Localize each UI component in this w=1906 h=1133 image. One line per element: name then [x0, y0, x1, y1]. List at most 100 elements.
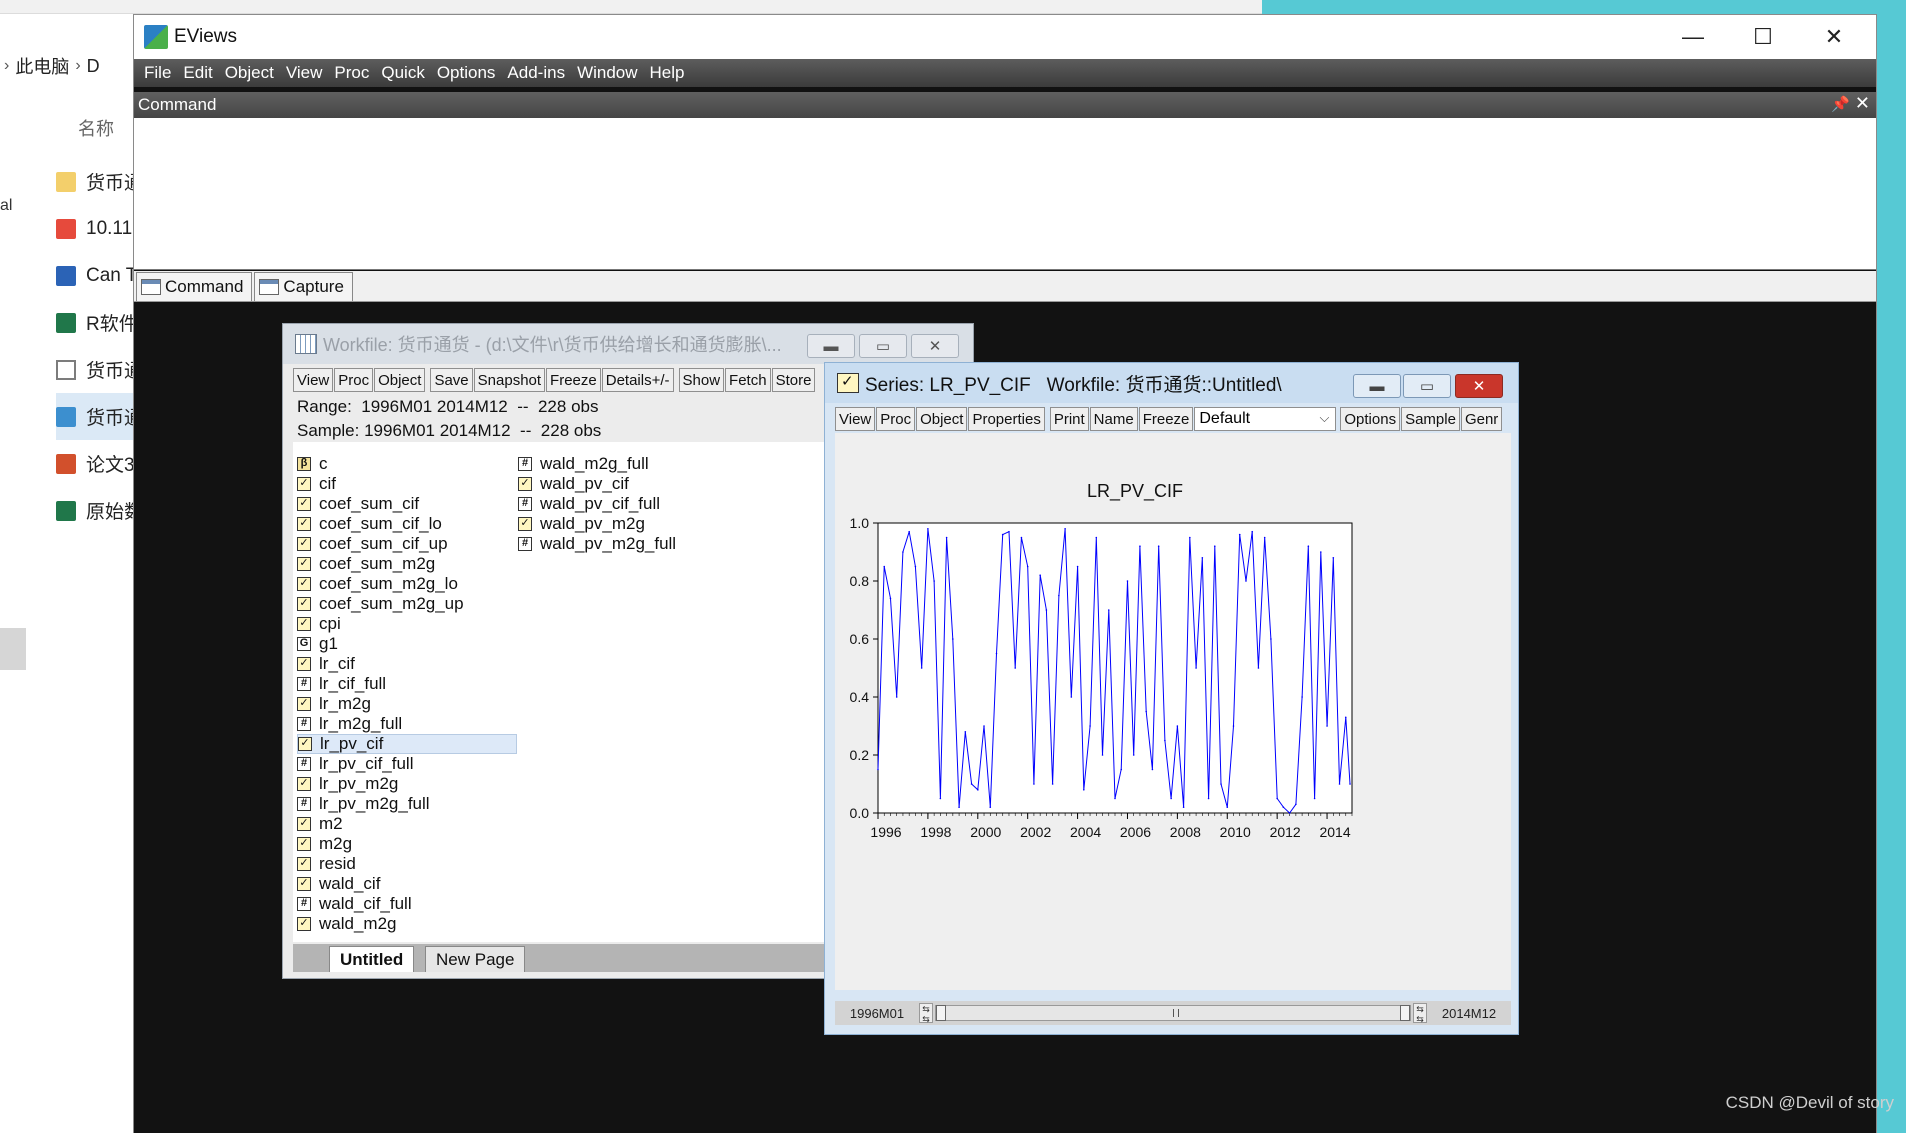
object-item[interactable]: ✓ lr_m2g: [297, 694, 517, 714]
breadcrumb-item-this-pc[interactable]: 此电脑: [15, 53, 69, 79]
tab-untitled[interactable]: Untitled: [329, 946, 415, 972]
menu-window[interactable]: Window: [571, 63, 643, 83]
line-chart-area[interactable]: LR_PV_CIF 0.0 0.2 0.4 0.6 0.8 1.0 1996 1998 2000 2…: [835, 433, 1511, 990]
object-item[interactable]: # lr_pv_m2g_full: [297, 794, 517, 814]
graph-template-dropdown[interactable]: Default ⌵: [1194, 407, 1337, 431]
breadcrumb-item-drive[interactable]: D: [87, 56, 100, 77]
proc-button[interactable]: Proc: [334, 368, 374, 392]
object-item[interactable]: ✓ coef_sum_m2g_up: [297, 594, 517, 614]
genr-button[interactable]: Genr: [1460, 407, 1503, 431]
object-item[interactable]: ✓ coef_sum_m2g: [297, 554, 517, 574]
snapshot-button[interactable]: Snapshot: [473, 368, 546, 392]
menu-help[interactable]: Help: [644, 63, 691, 83]
object-item[interactable]: # lr_m2g_full: [297, 714, 517, 734]
object-item[interactable]: ✓ coef_sum_cif_lo: [297, 514, 517, 534]
tab-command[interactable]: Command: [136, 272, 253, 301]
menu-add-ins[interactable]: Add-ins: [501, 63, 571, 83]
eviews-titlebar[interactable]: EViews — ☐ ✕: [134, 15, 1876, 59]
sample-button[interactable]: Sample: [1401, 407, 1460, 431]
close-button[interactable]: ✕: [911, 334, 959, 358]
menu-options[interactable]: Options: [431, 63, 502, 83]
object-item[interactable]: ✓ cpi: [297, 614, 517, 634]
object-item[interactable]: ✓ coef_sum_m2g_lo: [297, 574, 517, 594]
object-item[interactable]: ✓ lr_pv_m2g: [297, 774, 517, 794]
file-row[interactable]: 货币通: [56, 158, 136, 205]
command-input-area[interactable]: [134, 118, 1876, 270]
column-header-name[interactable]: 名称: [78, 115, 114, 141]
details-button[interactable]: Details+/-: [601, 368, 674, 392]
object-button[interactable]: Object: [916, 407, 968, 431]
object-item[interactable]: # lr_pv_cif_full: [297, 754, 517, 774]
minimize-button[interactable]: —: [1658, 15, 1728, 59]
series-titlebar[interactable]: Series: LR_PV_CIF Workfile: 货币通货::Untitl…: [825, 363, 1518, 403]
menu-object[interactable]: Object: [219, 63, 280, 83]
file-row[interactable]: 10.11: [56, 205, 136, 252]
object-item[interactable]: ✓ wald_cif: [297, 874, 517, 894]
sample-line[interactable]: Sample: 1996M01 2014M12 -- 228 obs: [297, 419, 601, 443]
maximize-button[interactable]: ▭: [859, 334, 907, 358]
object-item[interactable]: ✓ coef_sum_cif_up: [297, 534, 517, 554]
object-item[interactable]: βc: [297, 454, 517, 474]
tab-new-page[interactable]: New Page: [425, 946, 526, 972]
menu-quick[interactable]: Quick: [375, 63, 430, 83]
start-stepper-icon[interactable]: ⇆ ⇆: [919, 1003, 933, 1024]
object-item[interactable]: ✓ wald_pv_m2g: [518, 514, 738, 534]
proc-button[interactable]: Proc: [876, 407, 916, 431]
freeze-button[interactable]: Freeze: [1138, 407, 1194, 431]
object-item[interactable]: Gg1: [297, 634, 517, 654]
object-item[interactable]: # wald_pv_cif_full: [518, 494, 738, 514]
pin-icon[interactable]: 📌: [1831, 95, 1850, 113]
object-item[interactable]: ✓ cif: [297, 474, 517, 494]
file-row[interactable]: R软件: [56, 299, 136, 346]
object-item-selected[interactable]: ✓ lr_pv_cif: [297, 734, 517, 754]
store-button[interactable]: Store: [771, 368, 816, 392]
name-button[interactable]: Name: [1089, 407, 1138, 431]
chevron-right-icon: ›: [75, 57, 81, 74]
end-stepper-icon[interactable]: ⇆ ⇆: [1413, 1003, 1427, 1024]
minimize-button[interactable]: ▬: [1353, 374, 1401, 398]
workfile-titlebar[interactable]: Workfile: 货币通货 - (d:\文件\r\货币供给增长和通货膨胀\..…: [283, 324, 973, 364]
view-button[interactable]: View: [293, 368, 334, 392]
object-item[interactable]: ✓ m2: [297, 814, 517, 834]
object-item[interactable]: # wald_m2g_full: [518, 454, 738, 474]
file-row[interactable]: Can T: [56, 252, 136, 299]
properties-button[interactable]: Properties: [968, 407, 1045, 431]
object-item[interactable]: ✓ coef_sum_cif: [297, 494, 517, 514]
freeze-button[interactable]: Freeze: [546, 368, 601, 392]
explorer-scrollbar-thumb[interactable]: [0, 628, 26, 670]
maximize-button[interactable]: ☐: [1728, 15, 1798, 59]
close-icon[interactable]: ✕: [1855, 93, 1870, 114]
menu-proc[interactable]: Proc: [328, 63, 375, 83]
file-row[interactable]: 论文3: [56, 440, 136, 487]
fetch-button[interactable]: Fetch: [725, 368, 771, 392]
options-button[interactable]: Options: [1340, 407, 1401, 431]
object-item[interactable]: ✓ lr_cif: [297, 654, 517, 674]
object-item[interactable]: ✓ wald_pv_cif: [518, 474, 738, 494]
range-line[interactable]: Range: 1996M01 2014M12 -- 228 obs: [297, 395, 601, 419]
file-row[interactable]: 原始数: [56, 487, 136, 534]
close-button[interactable]: ✕: [1455, 374, 1503, 398]
print-button[interactable]: Print: [1049, 407, 1089, 431]
menu-view[interactable]: View: [280, 63, 329, 83]
file-row-selected[interactable]: 货币通: [56, 393, 136, 440]
minimize-button[interactable]: ▬: [807, 334, 855, 358]
show-button[interactable]: Show: [678, 368, 725, 392]
object-item[interactable]: ✓ resid: [297, 854, 517, 874]
menu-edit[interactable]: Edit: [177, 63, 218, 83]
sample-slider[interactable]: [935, 1005, 1411, 1021]
tab-capture[interactable]: Capture: [254, 272, 353, 301]
object-item[interactable]: ✓ m2g: [297, 834, 517, 854]
object-button[interactable]: Object: [374, 368, 426, 392]
view-button[interactable]: View: [835, 407, 876, 431]
object-item[interactable]: # wald_cif_full: [297, 894, 517, 914]
close-button[interactable]: ✕: [1799, 15, 1869, 59]
slider-end-handle[interactable]: [1400, 1005, 1410, 1021]
object-item[interactable]: # lr_cif_full: [297, 674, 517, 694]
object-item[interactable]: ✓ wald_m2g: [297, 914, 517, 934]
file-row[interactable]: 货币通: [56, 346, 136, 393]
menu-file[interactable]: File: [138, 63, 177, 83]
save-button[interactable]: Save: [430, 368, 473, 392]
maximize-button[interactable]: ▭: [1403, 374, 1451, 398]
slider-start-handle[interactable]: [936, 1005, 946, 1021]
object-item[interactable]: # wald_pv_m2g_full: [518, 534, 738, 554]
